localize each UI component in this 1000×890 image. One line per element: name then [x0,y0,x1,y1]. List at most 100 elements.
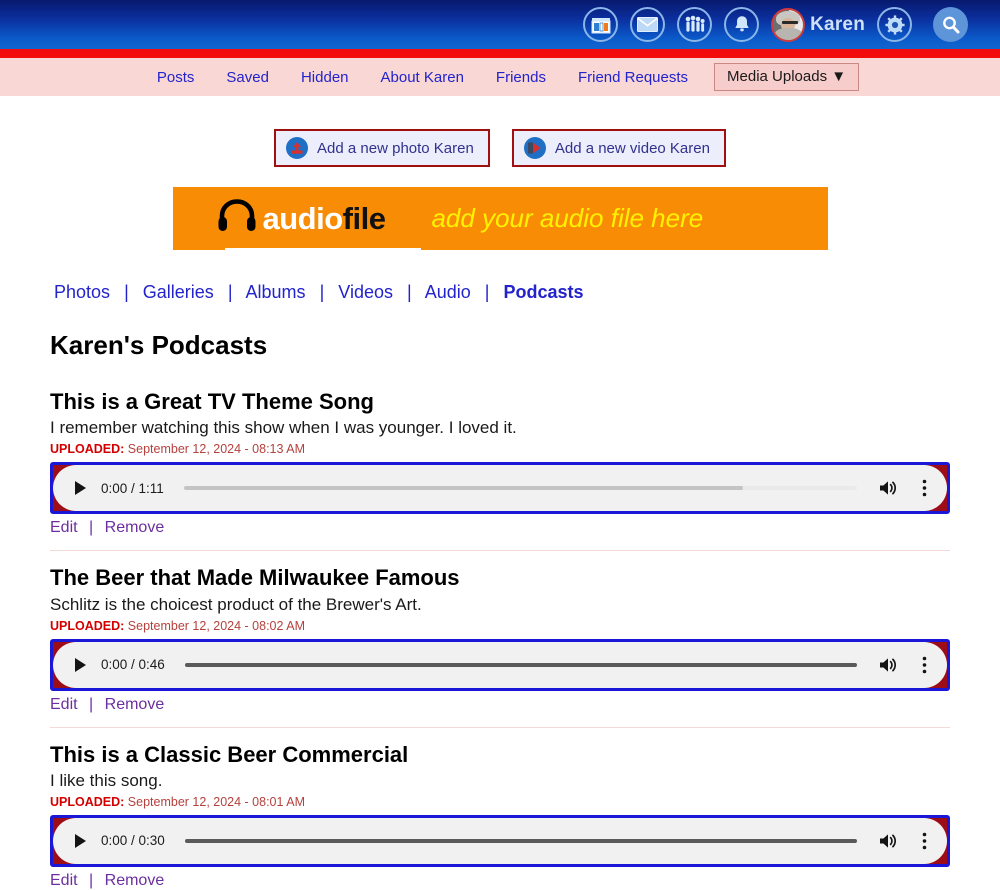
add-photo-button[interactable]: Add a new photo Karen [274,129,490,167]
tab-videos[interactable]: Videos [338,282,393,302]
action-separator: | [89,871,94,889]
nav-item-about-karen[interactable]: About Karen [365,69,480,86]
edit-link[interactable]: Edit [50,519,78,536]
tab-audio[interactable]: Audio [425,282,471,302]
volume-icon[interactable] [875,828,901,854]
upload-photo-icon [286,137,309,159]
podcast-uploaded-meta: UPLOADED: September 12, 2024 - 08:02 AM [50,619,950,633]
buffer-bar [184,662,857,667]
podcast-uploaded-meta: UPLOADED: September 12, 2024 - 08:01 AM [50,795,950,809]
tab-photos[interactable]: Photos [54,282,110,302]
media-uploads-dropdown[interactable]: Media Uploads ▼ [714,63,860,91]
audio-player[interactable]: 0:00 / 1:11 [53,465,947,512]
tab-separator: | [407,282,412,302]
audiofile-logo: audio file [217,199,421,251]
add-video-label: Add a new video Karen [554,139,710,157]
uploaded-value: September 12, 2024 - 08:02 AM [127,618,305,633]
podcast-item: This is a Classic Beer Commercial I like… [0,742,1000,890]
secondary-navigation: Posts Saved Hidden About Karen Friends F… [0,58,1000,96]
nav-item-posts[interactable]: Posts [141,69,211,86]
item-divider [50,726,950,728]
tab-separator: | [227,282,233,302]
time-display: 0:00 / 0:30 [101,833,165,849]
tab-podcasts[interactable]: Podcasts [503,282,583,302]
buffer-bar [184,838,857,843]
page-title: Karen's Podcasts [50,330,268,360]
red-accent-stripe [0,49,1000,58]
progress-slider[interactable] [184,662,857,667]
uploaded-value: September 12, 2024 - 08:01 AM [127,794,305,809]
podcast-actions: Edit | Remove [50,696,950,714]
nav-item-hidden[interactable]: Hidden [285,69,365,86]
time-display: 0:00 / 0:46 [101,657,165,673]
friends-group-icon[interactable] [677,7,713,42]
add-video-button[interactable]: Add a new video Karen [511,129,726,167]
headphones-icon [217,199,257,238]
item-divider [50,550,950,552]
tab-separator: | [124,282,129,302]
action-separator: | [89,695,94,713]
brand-audio-text: audio [262,201,344,236]
podcast-actions: Edit | Remove [50,872,950,890]
audio-player-frame: 0:00 / 0:46 [50,638,950,691]
edit-link[interactable]: Edit [50,872,78,889]
audiofile-upload-banner[interactable]: audio file add your audio file here [172,187,828,251]
upload-video-icon [523,137,546,159]
progress-slider[interactable] [184,838,857,843]
brand-underline [224,248,421,251]
audio-player-frame: 0:00 / 0:30 [50,814,950,867]
remove-link[interactable]: Remove [105,872,165,889]
more-options-icon[interactable] [915,652,933,678]
podcast-description: Schlitz is the choicest product of the B… [50,594,422,614]
messages-icon[interactable] [630,7,666,42]
notifications-bell-icon[interactable] [724,7,760,42]
podcast-list: This is a Great TV Theme Song I remember… [0,389,1000,890]
podcast-title: The Beer that Made Milwaukee Famous [50,565,460,591]
podcast-item: The Beer that Made Milwaukee Famous Schl… [0,565,1000,713]
audio-player[interactable]: 0:00 / 0:30 [53,817,947,864]
podcast-title: This is a Classic Beer Commercial [50,741,409,767]
nav-item-friends[interactable]: Friends [480,69,562,86]
avatar [771,7,806,42]
podcast-description: I remember watching this show when I was… [50,418,517,438]
tab-separator: | [319,282,325,302]
topbar-icon-group: Karen [583,7,912,42]
tab-albums[interactable]: Albums [246,282,306,302]
more-options-icon[interactable] [915,828,933,854]
progress-slider[interactable] [183,486,857,491]
nav-item-friend-requests[interactable]: Friend Requests [562,69,704,86]
main-content: Add a new photo Karen Add a new video Ka… [0,129,1000,890]
brand-file-text: file [342,201,386,236]
tab-galleries[interactable]: Galleries [143,282,214,302]
gear-icon[interactable] [877,7,912,42]
uploaded-label: UPLOADED: [50,442,125,457]
podcast-item: This is a Great TV Theme Song I remember… [0,389,1000,537]
podcast-title: This is a Great TV Theme Song [50,389,374,414]
user-profile-link[interactable]: Karen [771,7,865,42]
banner-tagline: add your audio file here [431,203,704,233]
volume-icon[interactable] [875,475,901,501]
nav-item-saved[interactable]: Saved [210,69,285,86]
more-options-icon[interactable] [915,475,933,501]
volume-icon[interactable] [875,652,901,678]
edit-link[interactable]: Edit [50,696,78,713]
play-button[interactable] [71,656,89,674]
buffer-bar [183,486,743,491]
uploaded-value: September 12, 2024 - 08:13 AM [127,442,305,457]
marketplace-icon[interactable] [583,7,619,42]
top-navigation-bar: Karen [0,0,1000,49]
podcast-description: I like this song. [50,770,163,790]
time-display: 0:00 / 1:11 [101,480,164,496]
play-button[interactable] [71,479,89,497]
play-button[interactable] [71,832,89,850]
uploaded-label: UPLOADED: [50,794,125,809]
podcast-uploaded-meta: UPLOADED: September 12, 2024 - 08:13 AM [50,442,950,456]
remove-link[interactable]: Remove [105,519,165,536]
search-icon[interactable] [933,7,968,42]
remove-link[interactable]: Remove [105,696,165,713]
uploaded-label: UPLOADED: [50,618,125,633]
tab-separator: | [484,282,490,302]
podcast-actions: Edit | Remove [50,519,950,537]
add-photo-label: Add a new photo Karen [317,139,474,157]
audio-player[interactable]: 0:00 / 0:46 [53,641,947,688]
